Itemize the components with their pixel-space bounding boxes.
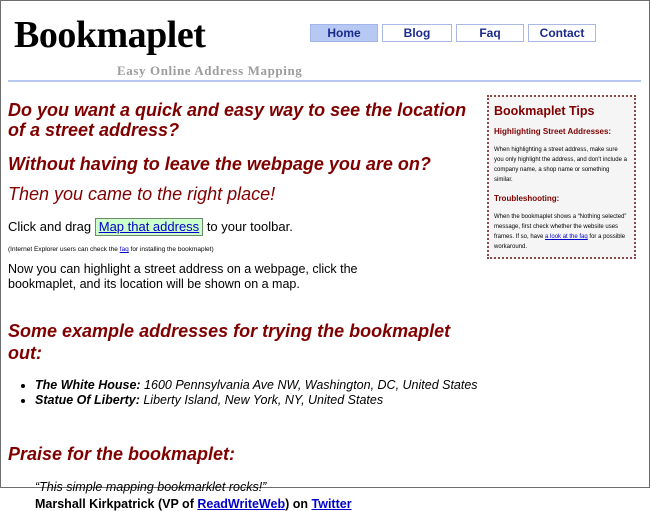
headline-subquestion: Without having to leave the webpage you … xyxy=(8,154,431,174)
bookmarklet-button[interactable]: Map that address xyxy=(94,218,204,236)
header-divider xyxy=(8,80,641,82)
tips-text-highlighting: When highlighting a street address, make… xyxy=(494,147,627,183)
howto-text: Now you can highlight a street address o… xyxy=(8,262,358,291)
examples-heading: Some example addresses for trying the bo… xyxy=(8,321,451,363)
praise-heading: Praise for the bookmaplet: xyxy=(8,444,236,464)
tips-heading-highlighting: Highlighting Street Addresses: xyxy=(494,127,612,136)
example-address[interactable]: 1600 Pennsylvania Ave NW, Washington, DC… xyxy=(144,378,478,392)
site-logo[interactable]: Bookmaplet xyxy=(14,16,206,54)
tips-heading-troubleshooting: Troubleshooting: xyxy=(494,194,560,203)
twitter-link[interactable]: Twitter xyxy=(312,497,352,511)
tips-faq-link[interactable]: a look at the faq xyxy=(545,234,588,240)
readwriteweb-link[interactable]: ReadWriteWeb xyxy=(197,497,285,511)
headline-question: Do you want a quick and easy way to see … xyxy=(8,100,467,140)
ie-note: (Internet Explorer users can check the f… xyxy=(8,246,478,253)
headline-answer: Then you came to the right place! xyxy=(8,184,276,204)
examples-list: The White House: 1600 Pennsylvania Ave N… xyxy=(8,378,478,408)
testimonial-author: Marshall Kirkpatrick (VP of ReadWriteWeb… xyxy=(35,497,478,511)
main-nav: Home Blog Faq Contact xyxy=(310,24,596,42)
example-name: Statue Of Liberty: xyxy=(35,393,140,407)
drag-instructions: Click and drag Map that address to your … xyxy=(8,218,478,236)
example-address[interactable]: Liberty Island, New York, NY, United Sta… xyxy=(143,393,383,407)
nav-blog-link[interactable]: Blog xyxy=(382,24,452,42)
ie-note-prefix: (Internet Explorer users can check the xyxy=(8,246,118,253)
list-item: The White House: 1600 Pennsylvania Ave N… xyxy=(35,378,478,393)
main-content: Do you want a quick and easy way to see … xyxy=(8,100,478,511)
tips-box: Bookmaplet Tips Highlighting Street Addr… xyxy=(487,95,636,259)
site-tagline: Easy Online Address Mapping xyxy=(117,63,303,78)
nav-home-link[interactable]: Home xyxy=(310,24,378,42)
example-name: The White House: xyxy=(35,378,141,392)
drag-prefix: Click and drag xyxy=(8,219,92,234)
tips-text-troubleshooting: When the bookmaplet shows a “Nothing sel… xyxy=(494,212,628,252)
list-item: Statue Of Liberty: Liberty Island, New Y… xyxy=(35,393,478,408)
drag-suffix: to your toolbar. xyxy=(206,219,293,234)
nav-faq-link[interactable]: Faq xyxy=(456,24,524,42)
author-name: Marshall Kirkpatrick (VP of xyxy=(35,497,194,511)
ie-note-suffix: for installing the bookmaplet) xyxy=(130,246,214,253)
nav-contact-link[interactable]: Contact xyxy=(528,24,596,42)
author-mid: ) on xyxy=(285,497,309,511)
ie-faq-link[interactable]: faq xyxy=(120,246,129,253)
tips-title: Bookmaplet Tips xyxy=(494,104,595,118)
